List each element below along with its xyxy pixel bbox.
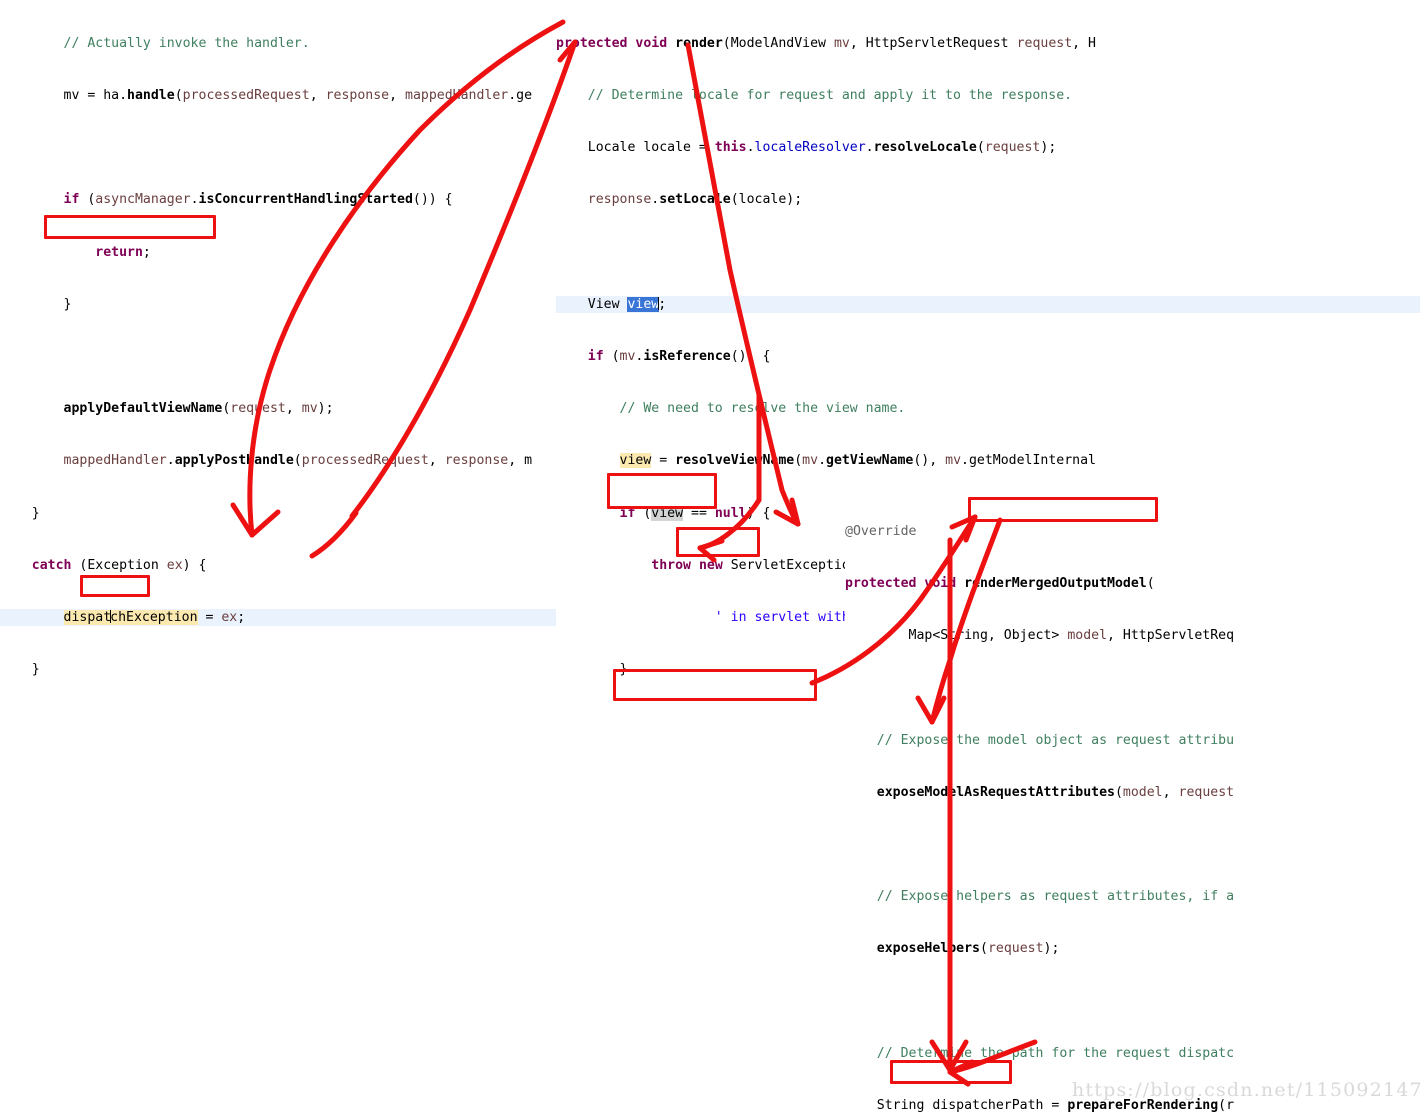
code-line: response.setLocale(locale); — [587, 192, 803, 208]
code-line: // Determine the path for the request di… — [845, 1045, 1235, 1061]
code-line-caret: dispatchException = ex; — [0, 609, 556, 627]
code-line: // Expose the model object as request at… — [845, 732, 1235, 748]
code-line: // Actually invoke the handler. — [0, 35, 310, 51]
code-line: protected void renderMergedOutputModel( — [845, 576, 1155, 592]
code-line: exposeHelpers(request); — [876, 941, 1060, 957]
code-line: Map<String, Object> model, HttpServletRe… — [845, 628, 1235, 644]
code-line: return; — [0, 244, 151, 260]
code-line: } — [0, 662, 40, 678]
code-line: exposeModelAsRequestAttributes(model, re… — [876, 784, 1235, 800]
code-line-caret: View view; — [556, 295, 1420, 314]
code-line: } — [0, 296, 72, 312]
code-line: } — [0, 505, 40, 521]
code-line: if (mv.isReference()) { — [556, 349, 771, 365]
code-line: // Expose helpers as request attributes,… — [845, 889, 1235, 905]
code-line: Locale locale = this.localeResolver.reso… — [556, 140, 1057, 156]
code-line: // We need to resolve the view name. — [556, 401, 906, 417]
code-panel-internal-resource-view[interactable]: @Override protected void renderMergedOut… — [845, 488, 1420, 1112]
code-line: mv = ha.handle(processedRequest, respons… — [0, 88, 533, 104]
code-line: mappedHandler.applyPostHandle(processedR… — [63, 453, 533, 469]
watermark-url: https://blog.csdn.net/11509214729 — [1072, 1079, 1420, 1101]
code-line: protected void render(ModelAndView mv, H… — [556, 35, 1096, 51]
code-line: // Determine locale for request and appl… — [556, 88, 1073, 104]
code-panel-dispatcher-servlet[interactable]: // Actually invoke the handler. mv = ha.… — [0, 0, 556, 700]
code-line: if (asyncManager.isConcurrentHandlingSta… — [0, 192, 453, 208]
code-line: applyDefaultViewName(request, mv); — [63, 401, 334, 417]
code-line: view = resolveViewName(mv.getViewName(),… — [619, 453, 1096, 469]
code-line: catch (Exception ex) { — [0, 557, 207, 573]
code-line: @Override — [845, 523, 917, 539]
